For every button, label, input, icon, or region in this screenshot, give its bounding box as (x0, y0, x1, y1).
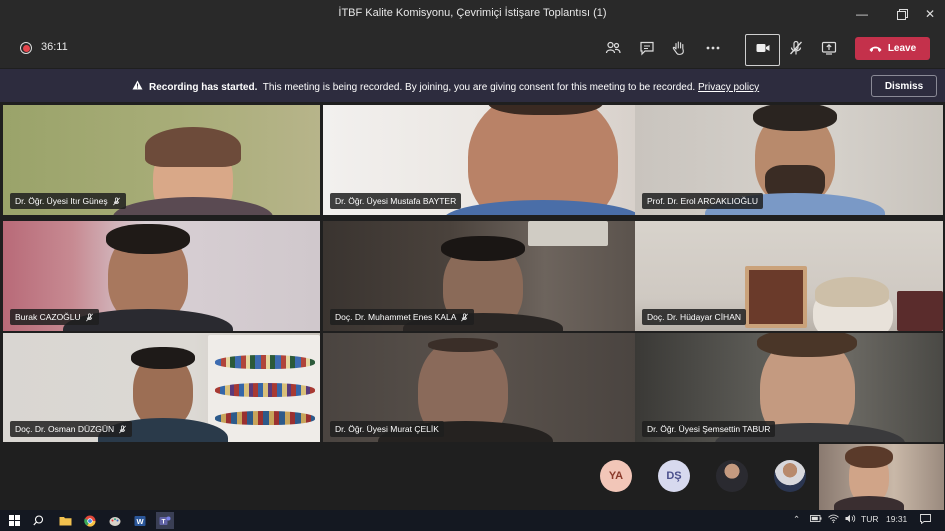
windows-taskbar: W T ⌃ TUR 19:31 (0, 510, 945, 531)
chevron-up-icon[interactable]: ⌃ (793, 514, 800, 525)
participant-name-tag: Dr. Öğr. Üyesi Mustafa BAYTER (330, 193, 462, 209)
chrome-icon[interactable] (81, 512, 99, 529)
video-tile-2[interactable]: Dr. Öğr. Üyesi Mustafa BAYTER (323, 105, 640, 215)
video-tile-8[interactable]: Dr. Öğr. Üyesi Murat ÇELİK (323, 333, 640, 443)
video-tile-7[interactable]: Doç. Dr. Osman DÜZGÜN (3, 333, 320, 443)
video-tile-1[interactable]: Dr. Öğr. Üyesi Itır Güneş (3, 105, 320, 215)
self-view-video[interactable] (819, 444, 944, 510)
hang-up-icon (869, 46, 882, 52)
chat-icon[interactable] (633, 34, 661, 62)
video-tile-4[interactable]: Burak CAZOĞLU (3, 221, 320, 331)
privacy-policy-link[interactable]: Privacy policy (698, 82, 759, 93)
teams-icon[interactable]: T (156, 512, 174, 529)
video-tile-6[interactable]: Doç. Dr. Hüdayar CİHAN (635, 221, 943, 331)
warning-icon (132, 80, 143, 93)
leave-button[interactable]: Leave (855, 37, 930, 60)
meeting-toolbar: 36:11 Leave (0, 28, 945, 68)
participant-name-tag: Doç. Dr. Osman DÜZGÜN (10, 421, 133, 437)
banner-message: This meeting is being recorded. By joini… (262, 82, 696, 93)
video-tile-5[interactable]: Doç. Dr. Muhammet Enes KALA (323, 221, 640, 331)
muted-mic-icon (461, 313, 469, 321)
notifications-icon[interactable] (920, 514, 931, 526)
recording-banner: Recording has started. This meeting is b… (0, 69, 945, 102)
svg-text:W: W (136, 517, 144, 526)
windows-start-icon[interactable] (5, 512, 23, 529)
camera-icon[interactable] (749, 34, 777, 62)
window-title: İTBF Kalite Komisyonu, Çevrimiçi İstişar… (338, 7, 607, 19)
banner-text: Recording has started. This meeting is b… (132, 80, 759, 93)
muted-mic-icon (85, 313, 93, 321)
avatar[interactable] (716, 460, 748, 492)
wifi-icon[interactable] (828, 514, 839, 525)
paint-icon[interactable] (106, 512, 124, 529)
banner-heading: Recording has started. (149, 82, 258, 93)
word-icon[interactable]: W (131, 512, 149, 529)
participant-name-tag: Dr. Öğr. Üyesi Murat ÇELİK (330, 421, 444, 437)
video-tile-9[interactable]: Dr. Öğr. Üyesi Şemsettin TABUR (635, 333, 943, 443)
dismiss-button[interactable]: Dismiss (871, 75, 937, 97)
window-titlebar: İTBF Kalite Komisyonu, Çevrimiçi İstişar… (0, 0, 945, 28)
video-tile-3[interactable]: Prof. Dr. Erol ARCAKLIOĞLU (635, 105, 943, 215)
participant-name-tag: Dr. Öğr. Üyesi Itır Güneş (10, 193, 126, 209)
file-explorer-icon[interactable] (56, 512, 74, 529)
more-options-icon[interactable] (699, 34, 727, 62)
leave-button-label: Leave (887, 43, 917, 54)
svg-text:T: T (162, 518, 166, 525)
muted-mic-icon (119, 425, 127, 433)
clock[interactable]: 19:31 (886, 514, 907, 524)
participant-name-tag: Prof. Dr. Erol ARCAKLIOĞLU (642, 193, 764, 209)
minimize-icon[interactable]: — (845, 0, 879, 28)
participant-name-tag: Doç. Dr. Muhammet Enes KALA (330, 309, 475, 325)
avatar[interactable]: YA (600, 460, 632, 492)
muted-mic-icon (112, 197, 120, 205)
battery-icon[interactable] (810, 514, 822, 525)
microphone-muted-icon[interactable] (782, 34, 810, 62)
raise-hand-icon[interactable] (665, 34, 693, 62)
video-grid: Dr. Öğr. Üyesi Itır Güneş Dr. Öğr. Üyesi… (0, 103, 945, 443)
recording-indicator-icon (20, 42, 32, 54)
search-icon[interactable] (29, 512, 47, 529)
language-indicator[interactable]: TUR (861, 514, 878, 524)
meeting-timer: 36:11 (41, 41, 68, 53)
participant-name-tag: Burak CAZOĞLU (10, 309, 99, 325)
volume-icon[interactable] (845, 514, 856, 525)
avatar[interactable] (774, 460, 806, 492)
participant-name-tag: Doç. Dr. Hüdayar CİHAN (642, 309, 746, 325)
participant-name-tag: Dr. Öğr. Üyesi Şemsettin TABUR (642, 421, 776, 437)
avatar[interactable]: DŞ (658, 460, 690, 492)
close-icon[interactable]: ✕ (913, 0, 945, 28)
participants-icon[interactable] (599, 34, 627, 62)
share-screen-icon[interactable] (815, 34, 843, 62)
